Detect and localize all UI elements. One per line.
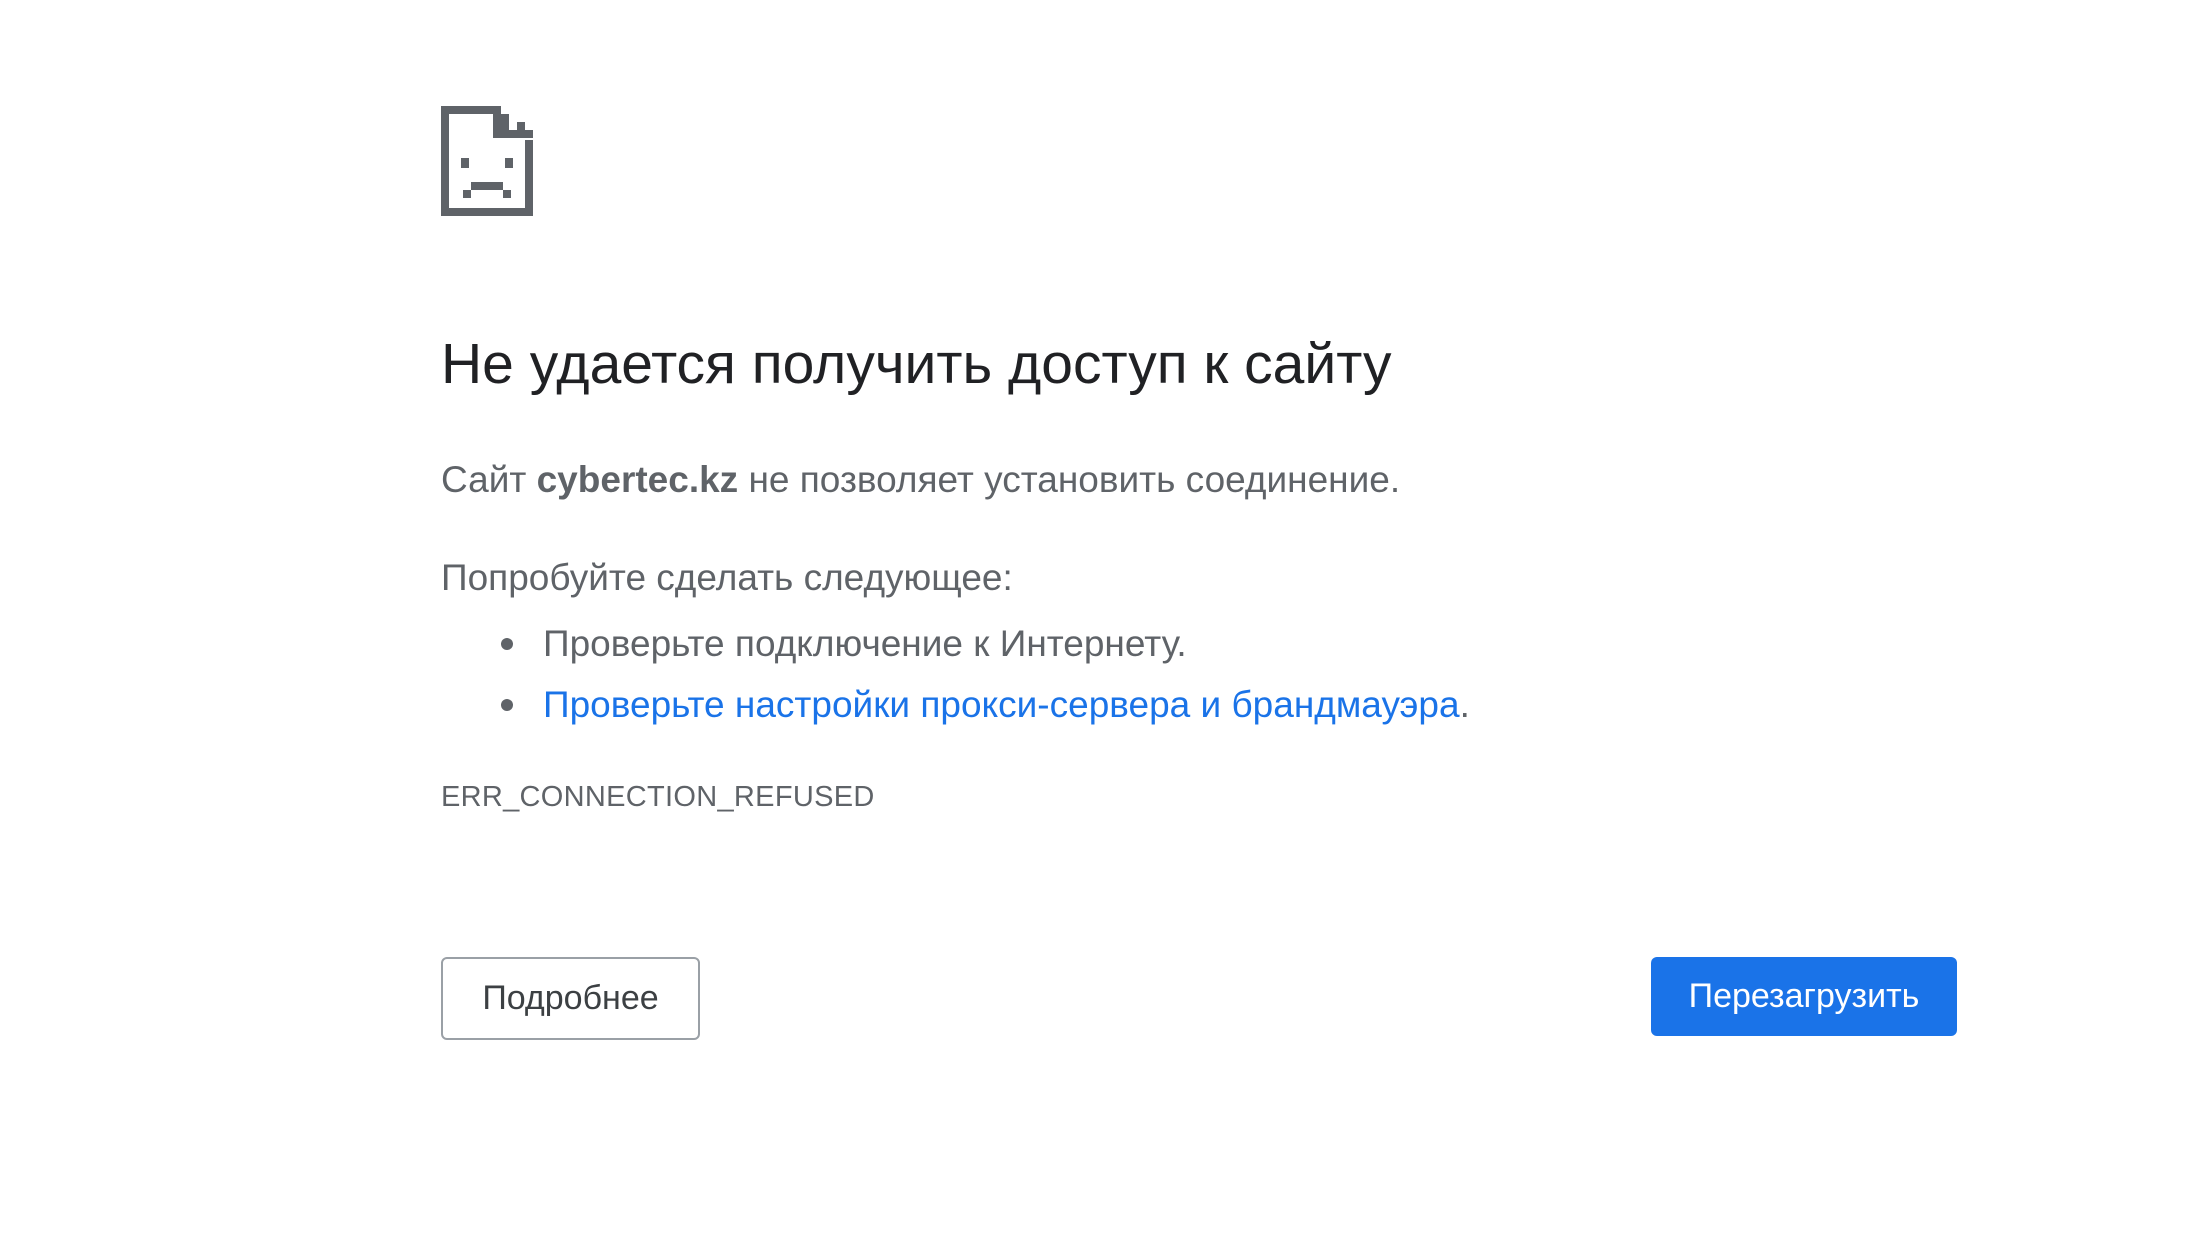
summary-suffix: не позволяет установить соединение. <box>738 459 1401 500</box>
site-host: cybertec.kz <box>536 459 739 500</box>
list-item: Проверьте настройки прокси-сервера и бра… <box>441 674 1470 735</box>
bullet-icon <box>501 638 513 650</box>
suggestions-list: Проверьте подключение к Интернету. Прове… <box>441 613 1470 735</box>
proxy-firewall-link[interactable]: Проверьте настройки прокси-сервера и бра… <box>543 684 1460 725</box>
bullet-icon <box>501 699 513 711</box>
error-code: ERR_CONNECTION_REFUSED <box>441 781 875 813</box>
reload-button[interactable]: Перезагрузить <box>1651 957 1957 1036</box>
list-item: Проверьте подключение к Интернету. <box>441 613 1470 674</box>
page-title: Не удается получить доступ к сайту <box>441 332 1392 396</box>
details-button[interactable]: Подробнее <box>441 957 700 1040</box>
suggestion-check-connection: Проверьте подключение к Интернету. <box>543 623 1187 664</box>
suggestion-suffix: . <box>1459 684 1470 725</box>
suggestions-heading: Попробуйте сделать следующее: <box>441 557 1013 598</box>
sad-page-icon <box>441 106 533 216</box>
error-page: Не удается получить доступ к сайту Сайт … <box>0 0 2190 1236</box>
summary-prefix: Сайт <box>441 459 537 500</box>
error-summary: Сайт cybertec.kz не позволяет установить… <box>441 456 1400 504</box>
